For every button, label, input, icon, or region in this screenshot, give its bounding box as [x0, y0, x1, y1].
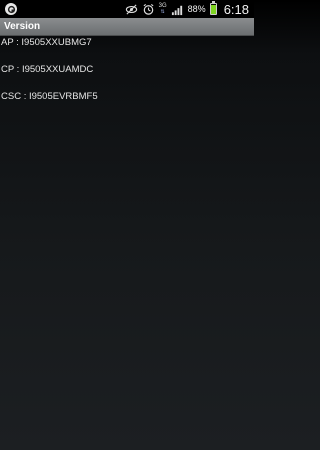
battery-icon: [209, 1, 217, 15]
version-cp: CP : I9505XXUAMDC: [1, 64, 94, 75]
battery-percent: 88%: [187, 4, 206, 14]
status-bar: 3G ⇅ 88% 6:18: [0, 0, 254, 18]
clock: 6:18: [223, 1, 249, 17]
eye-icon: [125, 3, 137, 15]
version-list: AP : I9505XXUBMG7 CP : I9505XXUAMDC CSC …: [0, 37, 254, 118]
version-csc: CSC : I9505EVRBMF5: [1, 91, 98, 102]
network-type: 3G ⇅: [159, 3, 167, 15]
battery-fill: [210, 5, 216, 14]
app-notification-icon: [5, 3, 17, 15]
version-ap: AP : I9505XXUBMG7: [1, 37, 92, 48]
status-right: 3G ⇅ 88% 6:18: [125, 1, 249, 17]
page-title: Version: [4, 21, 41, 32]
signal-icon: [171, 5, 182, 15]
app-title-bar: Version: [0, 18, 254, 36]
alarm-icon: [143, 3, 154, 15]
network-arrows: ⇅: [160, 9, 165, 15]
status-left: [5, 3, 17, 15]
